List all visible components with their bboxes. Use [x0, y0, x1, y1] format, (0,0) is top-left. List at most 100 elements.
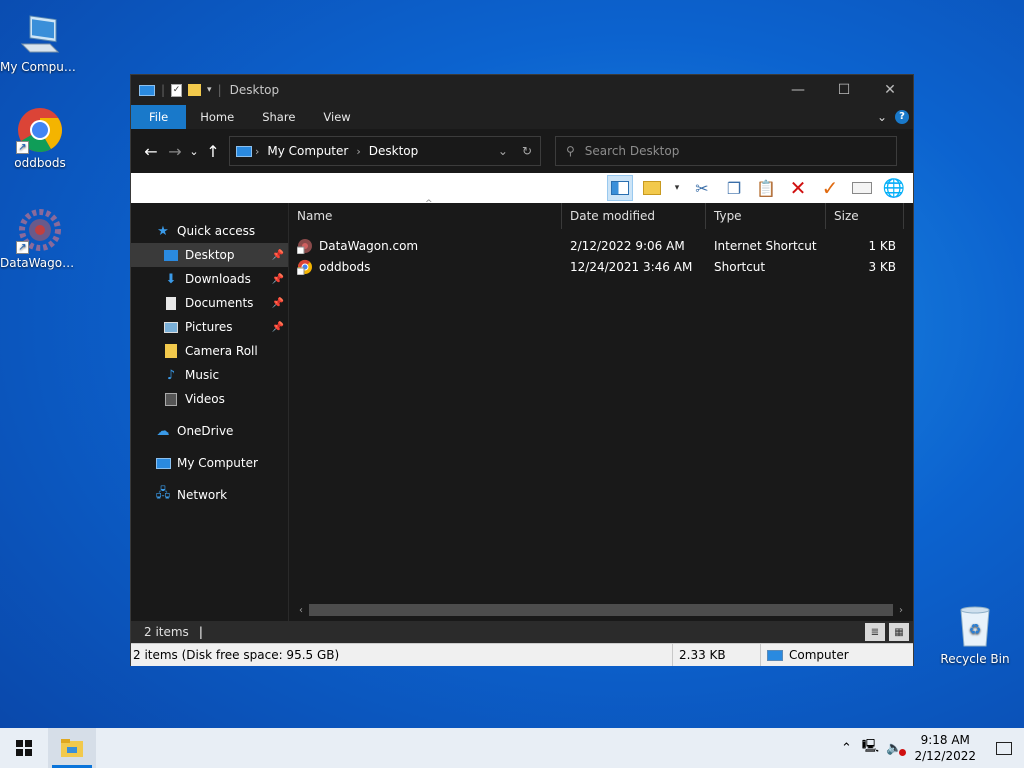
status-detail: 2 items (Disk free space: 95.5 GB): [131, 644, 673, 666]
nav-onedrive[interactable]: ☁ OneDrive: [131, 419, 288, 443]
column-header-size[interactable]: Size: [826, 203, 904, 229]
minimize-button[interactable]: —: [775, 75, 821, 105]
sort-caret-icon: ^: [425, 199, 433, 209]
large-icons-view-icon[interactable]: ▦: [889, 623, 909, 641]
scroll-left-icon[interactable]: ‹: [295, 605, 307, 616]
scroll-thumb[interactable]: [309, 604, 893, 616]
desktop-icon-oddbods[interactable]: ↗ oddbods: [0, 106, 80, 170]
nav-label: Desktop: [185, 248, 235, 262]
horizontal-scrollbar[interactable]: ‹ ›: [295, 603, 907, 617]
taskbar: ⌃ 🖳 🔈 9:18 AM 2/12/2022: [0, 728, 1024, 768]
window-title: Desktop: [229, 83, 280, 97]
nav-network[interactable]: 🖧 Network: [131, 483, 288, 507]
breadcrumb-my-computer[interactable]: My Computer: [267, 144, 348, 158]
delete-icon[interactable]: ✕: [785, 175, 811, 201]
desktop-icon-recycle-bin[interactable]: ♻ Recycle Bin: [935, 602, 1015, 666]
nav-label: Camera Roll: [185, 344, 258, 358]
paste-icon[interactable]: 📋: [753, 175, 779, 201]
chrome-icon: [296, 259, 313, 275]
tab-home[interactable]: Home: [186, 105, 248, 129]
search-icon: ⚲: [566, 144, 575, 158]
nav-item-downloads[interactable]: ⬇ Downloads 📌: [131, 267, 288, 291]
maximize-button[interactable]: ☐: [821, 75, 867, 105]
column-header-date[interactable]: Date modified: [562, 203, 706, 229]
start-button[interactable]: [0, 728, 48, 768]
chrome-icon: ↗: [16, 106, 64, 154]
forward-button[interactable]: →: [163, 142, 187, 161]
network-status-icon[interactable]: 🖳: [858, 737, 882, 759]
pin-icon[interactable]: 📌: [272, 274, 284, 285]
recent-locations-chevron-icon[interactable]: ⌄: [187, 145, 201, 158]
computer-icon: [155, 455, 171, 471]
nav-label: Videos: [185, 392, 225, 406]
file-row[interactable]: oddbods 12/24/2021 3:46 AM Shortcut 3 KB: [289, 256, 913, 277]
datawagon-gear-icon: ↗: [16, 206, 64, 254]
nav-item-documents[interactable]: Documents 📌: [131, 291, 288, 315]
new-folder-dropdown-icon[interactable]: ▾: [671, 175, 683, 201]
item-count: 2 items: [144, 625, 189, 639]
quick-access-toolbar: | ✓ ▾ |: [131, 83, 222, 97]
back-button[interactable]: ←: [139, 142, 163, 161]
expand-ribbon-icon[interactable]: ⌄: [877, 110, 887, 124]
show-hidden-icons-chevron-icon[interactable]: ⌃: [834, 741, 858, 756]
breadcrumb-separator: ›: [255, 144, 260, 158]
nav-my-computer[interactable]: My Computer: [131, 451, 288, 475]
help-icon[interactable]: ?: [895, 110, 909, 124]
breadcrumb-desktop[interactable]: Desktop: [369, 144, 419, 158]
taskbar-file-explorer[interactable]: [48, 728, 96, 768]
clock-date: 2/12/2022: [914, 749, 976, 763]
details-view-icon[interactable]: ≣: [865, 623, 885, 641]
new-folder-button[interactable]: [639, 175, 665, 201]
status-location: Computer: [789, 648, 849, 662]
clock[interactable]: 9:18 AM 2/12/2022: [906, 732, 984, 764]
internet-shortcut-icon: [296, 238, 313, 254]
properties-icon[interactable]: ✓: [171, 83, 183, 97]
close-button[interactable]: ✕: [867, 75, 913, 105]
nav-item-desktop[interactable]: Desktop 📌: [131, 243, 288, 267]
action-center-button[interactable]: [984, 728, 1024, 768]
file-row[interactable]: DataWagon.com 2/12/2022 9:06 AM Internet…: [289, 235, 913, 256]
scroll-right-icon[interactable]: ›: [895, 605, 907, 616]
nav-item-camera-roll[interactable]: Camera Roll: [131, 339, 288, 363]
refresh-icon[interactable]: ↻: [522, 144, 532, 158]
tab-view[interactable]: View: [309, 105, 364, 129]
pictures-icon: [163, 319, 179, 335]
shortcut-arrow-icon: ↗: [16, 141, 29, 154]
customize-dropdown-icon[interactable]: ▾: [207, 85, 212, 95]
address-bar[interactable]: › My Computer › Desktop ⌄ ↻: [229, 136, 541, 166]
search-box[interactable]: ⚲ Search Desktop: [555, 136, 897, 166]
folder-icon: [643, 181, 661, 195]
svg-text:♻: ♻: [969, 622, 982, 638]
nav-quick-access[interactable]: ★ Quick access: [131, 219, 288, 243]
properties-icon[interactable]: [849, 175, 875, 201]
file-type: Shortcut: [714, 259, 766, 274]
rename-check-icon[interactable]: ✓: [817, 175, 843, 201]
cut-icon[interactable]: ✂: [689, 175, 715, 201]
file-date: 2/12/2022 9:06 AM: [570, 238, 685, 253]
copy-icon[interactable]: ❐: [721, 175, 747, 201]
nav-label: OneDrive: [177, 424, 234, 438]
pin-icon[interactable]: 📌: [272, 250, 284, 261]
nav-item-pictures[interactable]: Pictures 📌: [131, 315, 288, 339]
desktop-icon-my-computer[interactable]: My Computer: [0, 10, 80, 74]
tab-share[interactable]: Share: [248, 105, 309, 129]
desktop-icon-datawagon[interactable]: ↗ DataWagon...: [0, 206, 80, 270]
volume-muted-icon[interactable]: 🔈: [882, 741, 907, 756]
pin-icon[interactable]: 📌: [272, 298, 284, 309]
properties-card-icon: [852, 182, 872, 194]
up-button[interactable]: ↑: [201, 142, 225, 161]
column-header-type[interactable]: Type: [706, 203, 826, 229]
preview-pane-icon: [611, 181, 629, 195]
film-icon: [163, 391, 179, 407]
network-globe-icon[interactable]: 🌐: [881, 175, 907, 201]
title-bar: | ✓ ▾ | Desktop — ☐ ✕: [131, 75, 913, 105]
nav-item-videos[interactable]: Videos: [131, 387, 288, 411]
tab-file[interactable]: File: [131, 105, 187, 129]
command-toolbar: ▾ ✂ ❐ 📋 ✕ ✓ 🌐: [131, 173, 913, 203]
nav-item-music[interactable]: ♪ Music: [131, 363, 288, 387]
new-folder-icon[interactable]: [188, 84, 202, 96]
address-dropdown-icon[interactable]: ⌄: [498, 144, 508, 158]
file-size: 3 KB: [868, 259, 896, 274]
pin-icon[interactable]: 📌: [272, 322, 284, 333]
preview-pane-button[interactable]: [607, 175, 633, 201]
